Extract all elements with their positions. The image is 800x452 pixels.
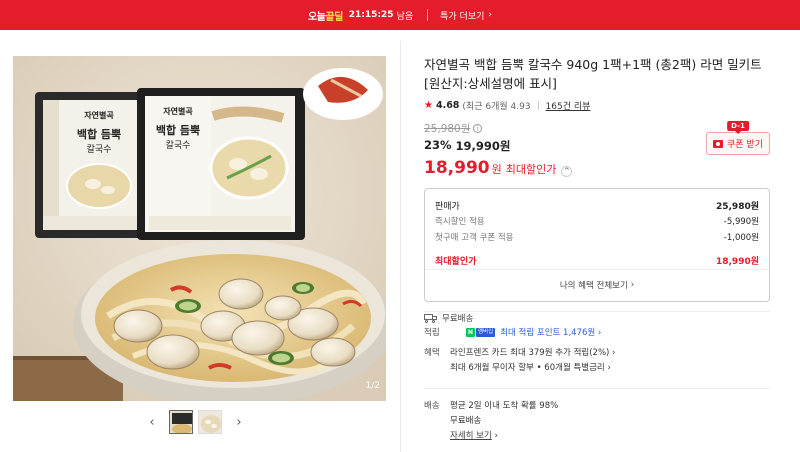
chevron-right-icon: ›	[488, 10, 493, 20]
product-info: 자연별곡 백합 듬뿍 칼국수 940g 1팩+1팩 (총2팩) 라면 밀키트 […	[424, 55, 770, 324]
breakdown-label: 즉시할인 적용	[435, 217, 485, 227]
benefit-installment[interactable]: 최대 6개월 무이자 할부 • 60개월 특별금리	[450, 363, 605, 373]
today-deal-logo: 오늘끝딜	[307, 11, 343, 23]
thumbnail-1[interactable]	[169, 410, 193, 434]
thumbnail-image	[199, 411, 221, 433]
coupon-icon	[713, 139, 723, 148]
chevron-left-icon[interactable]: ‹	[146, 415, 158, 430]
points-row: 적립 N 멤버십 최대 적립 포인트 1,476원 ›	[424, 326, 770, 340]
breakdown-total-value: 18,990원	[715, 256, 759, 267]
breakdown-total-row: 최대할인가 18,990원	[435, 252, 759, 268]
review-count-link[interactable]: 165건 리뷰	[546, 99, 591, 112]
membership-badge: N 멤버십	[466, 328, 496, 337]
breakdown-row: 첫구매 고객 쿠폰 적용 -1,000원	[435, 229, 759, 245]
divider	[537, 101, 539, 110]
product-main-image[interactable]: 자연별곡 백합 듬뿍 칼국수 자연별곡 백합 듬뿍 칼국수 1/2	[13, 56, 386, 401]
price-block: 25,980원 i 23% 19,990원 18,990 원 최대할인가 ^ D…	[424, 121, 770, 178]
shipping-eta: 평균 2일 이내 도착 확률 98%	[450, 401, 559, 411]
rating-score: 4.68	[435, 100, 460, 111]
discount-rate: 23%	[424, 138, 452, 152]
breakdown-row: 판매가 25,980원	[435, 197, 759, 213]
rating-row: ★ 4.68 (최근 6개월 4.93 165건 리뷰	[424, 99, 770, 112]
points-value-line: N 멤버십 최대 적립 포인트 1,476원 ›	[464, 326, 774, 341]
divider	[424, 311, 770, 312]
chevron-right-icon[interactable]: ›	[607, 363, 610, 373]
price-breakdown-box: 판매가 25,980원 즉시할인 적용 -5,990원 첫구매 고객 쿠폰 적용…	[424, 188, 770, 302]
final-price-label: 최대할인가	[505, 163, 557, 176]
shipping-values: 평균 2일 이내 도착 확률 98% 무료배송 자세히 보기 ›	[450, 399, 760, 444]
free-shipping-label: 무료배송	[442, 314, 474, 324]
product-title: 자연별곡 백합 듬뿍 칼국수 940g 1팩+1팩 (총2팩) 라면 밀키트 […	[424, 57, 762, 91]
all-benefits-link[interactable]: 나의 혜택 전체보기 ›	[425, 268, 769, 301]
benefits-values: 라인프렌즈 카드 최대 379원 추가 적립(2%) › 최대 6개월 무이자 …	[450, 346, 760, 376]
package-name-text: 칼국수	[166, 140, 191, 151]
dday-badge: D-1	[727, 121, 749, 131]
benefits-row: 혜택 라인프렌즈 카드 최대 379원 추가 적립(2%) › 최대 6개월 무…	[424, 346, 770, 378]
chevron-up-icon[interactable]: ^	[561, 166, 573, 177]
final-price-row: 18,990 원 최대할인가 ^	[424, 158, 770, 178]
discount-price: 19,990원	[455, 139, 511, 153]
breakdown-label: 첫구매 고객 쿠폰 적용	[435, 233, 514, 243]
package-brand-text: 자연별곡	[84, 110, 114, 120]
package-brand-text: 자연별곡	[163, 106, 193, 116]
points-text: 최대 적립 포인트	[500, 328, 561, 338]
divider	[424, 388, 770, 389]
points-key: 적립	[424, 328, 440, 338]
shipping-fee: 무료배송	[450, 416, 482, 426]
shipping-detail-link[interactable]: 자세히 보기	[450, 431, 492, 441]
package-name-text: 칼국수	[87, 144, 112, 155]
thumbnail-2[interactable]	[198, 410, 222, 434]
product-photo: 자연별곡 백합 듬뿍 칼국수 자연별곡 백합 듬뿍 칼국수	[13, 56, 386, 401]
package-name-text: 백합 듬뿍	[156, 123, 200, 137]
countdown-suffix: 남음	[396, 11, 414, 22]
chevron-right-icon[interactable]: ›	[233, 415, 245, 430]
info-icon[interactable]: i	[473, 124, 483, 133]
thumbnail-strip: ‹ ›	[146, 410, 245, 434]
final-price: 18,990	[424, 158, 490, 178]
more-deals-label: 특가 더보기	[440, 11, 485, 22]
shipping-row: 배송 평균 2일 이내 도착 확률 98% 무료배송 자세히 보기 ›	[424, 399, 770, 449]
thumbnail-image	[170, 411, 192, 433]
benefit-card[interactable]: 라인프렌즈 카드 최대 379원 추가 적립(2%)	[450, 348, 609, 358]
truck-icon	[424, 313, 438, 323]
more-deals-link[interactable]: 특가 더보기 ›	[440, 9, 492, 22]
breakdown-label: 판매가	[435, 201, 460, 212]
divider	[427, 9, 429, 21]
breakdown-value: -1,000원	[723, 233, 759, 243]
points-value: 1,476원	[563, 328, 596, 338]
chevron-right-icon[interactable]: ›	[612, 348, 615, 358]
column-divider	[400, 41, 401, 452]
breakdown-row: 즉시할인 적용 -5,990원	[435, 213, 759, 229]
original-price: 25,980원	[424, 123, 471, 135]
chevron-right-icon[interactable]: ›	[495, 431, 498, 441]
coupon-label: 쿠폰 받기	[727, 140, 763, 150]
final-price-unit: 원	[491, 163, 502, 176]
chevron-right-icon[interactable]: ›	[598, 328, 601, 338]
chevron-right-icon: ›	[630, 279, 635, 290]
breakdown-value: -5,990원	[723, 217, 759, 227]
deal-banner: 오늘끝딜 21:15:25 남음 특가 더보기 ›	[0, 0, 800, 30]
breakdown-value: 25,980원	[715, 201, 759, 212]
rating-recent: (최근 6개월 4.93	[462, 102, 531, 112]
all-benefits-label: 나의 혜택 전체보기	[559, 280, 628, 291]
free-shipping-badge: 무료배송	[424, 312, 770, 324]
countdown-timer: 21:15:25	[348, 10, 394, 20]
star-icon: ★	[424, 100, 433, 111]
package-name-text: 백합 듬뿍	[77, 127, 121, 141]
image-counter: 1/2	[365, 381, 380, 391]
coupon-button[interactable]: D-1 쿠폰 받기	[706, 121, 770, 155]
breakdown-total-label: 최대할인가	[435, 256, 477, 267]
